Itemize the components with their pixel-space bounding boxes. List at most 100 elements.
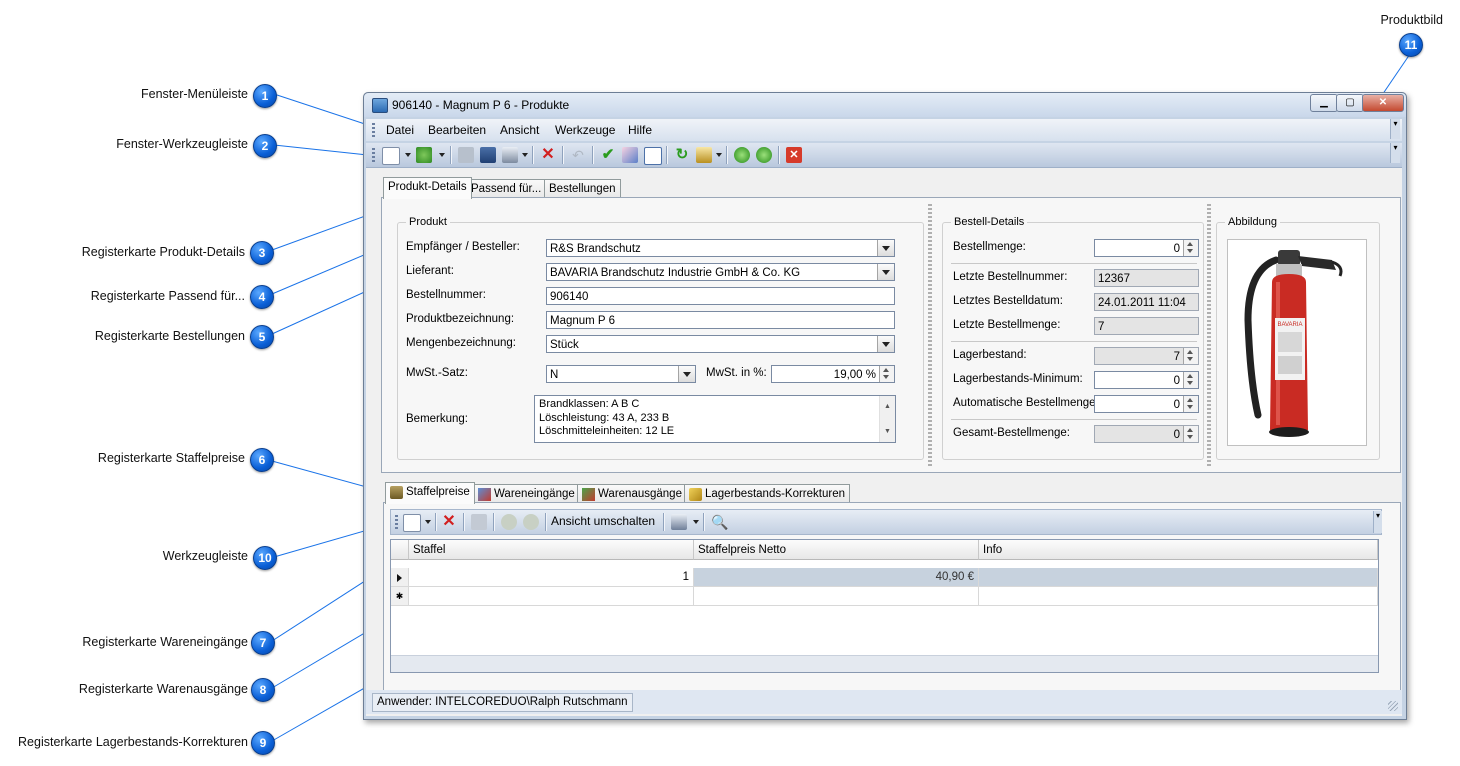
mwst-prozent-spinner[interactable]: 19,00 %: [771, 365, 895, 383]
toggle-view-button[interactable]: Ansicht umschalten: [551, 514, 655, 528]
minimize-button[interactable]: ▁: [1310, 94, 1338, 112]
new-row-icon[interactable]: [403, 514, 421, 532]
produktbezeichnung-field[interactable]: Magnum P 6: [546, 311, 895, 329]
vertical-splitter[interactable]: [1207, 204, 1211, 466]
new-row-selector[interactable]: ✱: [391, 587, 409, 606]
callout-label-10: Werkzeugleiste: [162, 549, 248, 563]
tab-lagerbestands-korrekturen[interactable]: Lagerbestands-Korrekturen: [684, 484, 850, 503]
lieferant-combo[interactable]: BAVARIA Brandschutz Industrie GmbH & Co.…: [546, 263, 895, 281]
clipboard-dropdown-icon[interactable]: [716, 153, 722, 157]
toolbar-grip-icon[interactable]: [372, 148, 375, 162]
col-header-staffel[interactable]: Staffel: [409, 540, 694, 560]
bestellmenge-spinner[interactable]: 0: [1094, 239, 1199, 257]
lagerbestand-minimum-spinner[interactable]: 0: [1094, 371, 1199, 389]
memo-scrollbar[interactable]: ▲ ▼: [879, 396, 895, 442]
automatische-bestellmenge-spinner[interactable]: 0: [1094, 395, 1199, 413]
title-bar[interactable]: 906140 - Magnum P 6 - Produkte ▁ ▢ ✕: [364, 93, 1406, 117]
new-row-cell[interactable]: [409, 587, 694, 606]
add-dropdown-icon[interactable]: [439, 153, 445, 157]
delete-icon[interactable]: ✕: [540, 147, 556, 163]
vertical-splitter[interactable]: [928, 204, 932, 466]
bestellnummer-label: Bestellnummer:: [406, 289, 486, 301]
resize-grip-icon[interactable]: [1388, 701, 1398, 711]
table-cell-staffel[interactable]: 1: [409, 568, 694, 587]
form-icon[interactable]: [644, 147, 662, 165]
move-up-icon[interactable]: [501, 514, 517, 530]
toolbar-separator: [703, 513, 705, 531]
window-toolbar: ✕ ↶ ✔ ↻ ✕ ▾: [366, 143, 1402, 168]
menu-bearbeiten[interactable]: Bearbeiten: [428, 123, 486, 137]
new-dropdown-icon[interactable]: [405, 153, 411, 157]
spin-arrows-icon[interactable]: [1183, 396, 1198, 412]
menu-werkzeuge[interactable]: Werkzeuge: [555, 123, 615, 137]
spin-arrows-icon[interactable]: [1183, 372, 1198, 388]
tab-warenausgaenge[interactable]: Warenausgänge: [577, 484, 687, 503]
previous-record-icon[interactable]: [734, 147, 750, 163]
staffelpreise-panel: ✕ Ansicht umschalten 🔍 ▾ Staffel Staffel…: [383, 502, 1401, 714]
tab-passend-fuer[interactable]: Passend für...: [466, 179, 547, 198]
clipboard-icon[interactable]: [696, 147, 712, 163]
callout-label-9: Registerkarte Lagerbestands-Korrekturen: [18, 735, 248, 749]
empfaenger-combo[interactable]: R&S Brandschutz: [546, 239, 895, 257]
spin-arrows-icon[interactable]: [879, 366, 894, 382]
spin-arrows-icon[interactable]: [1183, 240, 1198, 256]
sub-toolbar-grip-icon[interactable]: [395, 515, 398, 529]
chevron-down-icon[interactable]: [678, 366, 695, 382]
save-layout-icon[interactable]: [671, 514, 687, 530]
bemerkung-memo[interactable]: Brandklassen: A B C Löschleistung: 43 A,…: [534, 395, 896, 443]
tab-bestellungen[interactable]: Bestellungen: [544, 179, 621, 198]
new-row-cell[interactable]: [979, 587, 1378, 606]
search-icon[interactable]: 🔍: [711, 514, 728, 530]
product-image[interactable]: BAVARIA: [1227, 239, 1367, 446]
refresh-icon[interactable]: ↻: [674, 147, 690, 163]
new-row-cell[interactable]: [694, 587, 979, 606]
save-icon-disabled[interactable]: [458, 147, 474, 163]
sub-toolbar-overflow-icon[interactable]: ▾: [1373, 511, 1382, 533]
menu-hilfe[interactable]: Hilfe: [628, 123, 652, 137]
undo-icon[interactable]: ↶: [570, 147, 586, 163]
callout-label-4: Registerkarte Passend für...: [90, 289, 245, 303]
check-icon[interactable]: ✔: [600, 147, 616, 163]
goods-in-icon: [478, 488, 491, 501]
add-green-icon[interactable]: [416, 147, 432, 163]
close-form-icon[interactable]: ✕: [786, 147, 802, 163]
scroll-down-icon[interactable]: ▼: [884, 425, 891, 439]
new-row-dropdown-icon[interactable]: [425, 520, 431, 524]
scroll-up-icon[interactable]: ▲: [884, 400, 891, 414]
menu-datei[interactable]: Datei: [386, 123, 414, 137]
close-window-button[interactable]: ✕: [1362, 94, 1404, 112]
menu-overflow-icon[interactable]: ▾: [1390, 119, 1400, 139]
menu-grip-icon[interactable]: [372, 123, 375, 137]
print-icon[interactable]: [471, 514, 487, 530]
mwst-satz-combo[interactable]: N: [546, 365, 696, 383]
move-down-icon[interactable]: [523, 514, 539, 530]
tab-produkt-details[interactable]: Produkt-Details: [383, 177, 472, 199]
mengenbezeichnung-combo[interactable]: Stück: [546, 335, 895, 353]
app-window: 906140 - Magnum P 6 - Produkte ▁ ▢ ✕ Dat…: [363, 92, 1407, 720]
table-cell-staffelpreis[interactable]: 40,90 €: [694, 568, 979, 587]
bestellnummer-field[interactable]: 906140: [546, 287, 895, 305]
chevron-down-icon[interactable]: [877, 264, 894, 280]
new-document-icon[interactable]: [382, 147, 400, 165]
tab-wareneingaenge[interactable]: Wareneingänge: [473, 484, 580, 503]
letzte-bestellmenge-field: 7: [1094, 317, 1199, 335]
save-layout-dropdown-icon[interactable]: [693, 520, 699, 524]
callout-badge-4: 4: [250, 285, 274, 309]
toolbar-separator: [450, 146, 452, 164]
save-close-icon[interactable]: [480, 147, 496, 163]
chevron-down-icon[interactable]: [877, 240, 894, 256]
row-selector[interactable]: [391, 568, 409, 587]
next-record-icon[interactable]: [756, 147, 772, 163]
table-cell-info[interactable]: [979, 568, 1378, 587]
tab-staffelpreise[interactable]: Staffelpreise: [385, 482, 475, 504]
chevron-down-icon[interactable]: [877, 336, 894, 352]
col-header-staffelpreis-netto[interactable]: Staffelpreis Netto: [694, 540, 979, 560]
menu-ansicht[interactable]: Ansicht: [500, 123, 539, 137]
eraser-icon[interactable]: [622, 147, 638, 163]
col-header-info[interactable]: Info: [979, 540, 1378, 560]
maximize-button[interactable]: ▢: [1336, 94, 1364, 112]
delete-row-icon[interactable]: ✕: [441, 514, 457, 530]
toolbar-overflow-icon[interactable]: ▾: [1390, 143, 1400, 163]
save-all-icon[interactable]: [502, 147, 518, 163]
save-dropdown-icon[interactable]: [522, 153, 528, 157]
